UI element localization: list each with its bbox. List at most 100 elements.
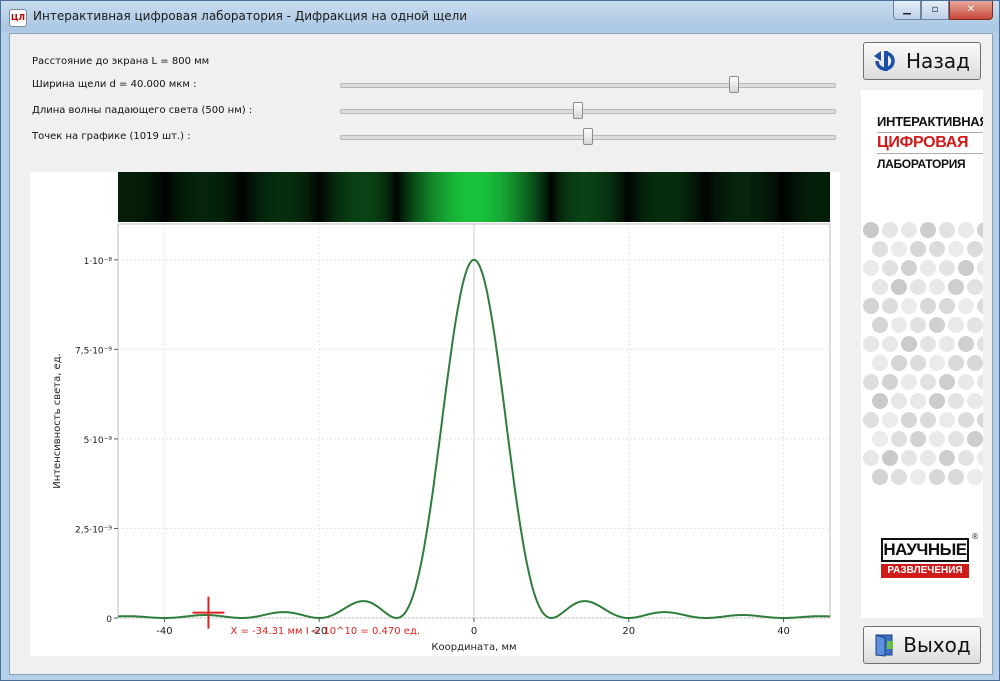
decorative-dot bbox=[948, 241, 964, 257]
decorative-dot bbox=[967, 317, 983, 333]
slit-width-thumb[interactable] bbox=[729, 76, 740, 93]
decorative-dot bbox=[967, 355, 983, 371]
wavelength-slider[interactable] bbox=[340, 102, 836, 119]
y-tick-label: 5·10⁻⁹ bbox=[84, 436, 113, 446]
decorative-dot bbox=[901, 260, 917, 276]
decorative-dot bbox=[891, 355, 907, 371]
back-button[interactable]: Назад bbox=[863, 42, 981, 80]
exit-button-label: Выход bbox=[903, 633, 971, 657]
decorative-dot bbox=[891, 241, 907, 257]
y-axis-label: Интенсивность света, ед. bbox=[52, 353, 63, 489]
decorative-dot bbox=[948, 317, 964, 333]
decorative-dot bbox=[939, 260, 955, 276]
x-tick-label: 20 bbox=[622, 626, 635, 637]
decorative-dot bbox=[967, 241, 983, 257]
y-tick-label: 2,5·10⁻⁹ bbox=[75, 525, 112, 535]
decorative-dot bbox=[967, 393, 983, 409]
decorative-dot bbox=[882, 374, 898, 390]
maximize-button[interactable]: ▫ bbox=[921, 1, 949, 20]
decorative-dot bbox=[958, 222, 974, 238]
x-tick-label: -40 bbox=[156, 626, 172, 637]
exit-button[interactable]: Выход bbox=[863, 626, 981, 664]
decorative-dot bbox=[929, 279, 945, 295]
decorative-dot bbox=[967, 279, 983, 295]
decorative-dot bbox=[939, 336, 955, 352]
decorative-dot bbox=[910, 317, 926, 333]
decorative-dot bbox=[977, 374, 983, 390]
decorative-dot bbox=[948, 393, 964, 409]
decorative-dot bbox=[929, 393, 945, 409]
decorative-dot bbox=[901, 450, 917, 466]
window-title: Интерактивная цифровая лаборатория - Диф… bbox=[33, 9, 468, 23]
points-thumb[interactable] bbox=[583, 128, 593, 145]
y-tick-label: 0 bbox=[106, 615, 112, 625]
decorative-dot bbox=[929, 317, 945, 333]
brand-logo: НАУЧНЫЕ РАЗВЛЕЧЕНИЯ ® bbox=[881, 532, 979, 578]
slit-width-slider[interactable] bbox=[340, 76, 836, 93]
decorative-dot bbox=[920, 450, 936, 466]
decorative-dot bbox=[910, 355, 926, 371]
decorative-dot bbox=[958, 374, 974, 390]
x-tick-label: 0 bbox=[471, 626, 477, 637]
decorative-dot bbox=[958, 260, 974, 276]
decorative-dot bbox=[872, 279, 888, 295]
plot-area[interactable]: -40 -20 0 20 40 0 2,5·10⁻⁹ 5·10⁻⁹ 7,5·10⁻⁹ 1·10⁻⁸… bbox=[30, 172, 840, 656]
decorative-dot bbox=[882, 298, 898, 314]
decorative-dot bbox=[891, 469, 907, 485]
x-tick-label: 40 bbox=[777, 626, 790, 637]
minimize-button[interactable]: ▁ bbox=[893, 1, 921, 20]
wavelength-track[interactable] bbox=[340, 109, 836, 114]
back-button-label: Назад bbox=[905, 49, 970, 73]
decorative-dot bbox=[958, 336, 974, 352]
decorative-dot bbox=[882, 450, 898, 466]
decorative-dot bbox=[863, 374, 879, 390]
decorative-dot bbox=[958, 412, 974, 428]
plot-grid bbox=[117, 223, 831, 619]
decorative-dot bbox=[901, 336, 917, 352]
cursor-readout: X = -34.31 мм I = 10^10 = 0.470 ед. bbox=[230, 626, 420, 637]
slit-width-label: Ширина щели d = 40.000 мкм : bbox=[32, 79, 197, 90]
decorative-dot bbox=[901, 222, 917, 238]
points-slider[interactable] bbox=[340, 128, 836, 145]
app-window: ЦЛ Интерактивная цифровая лаборатория - … bbox=[0, 0, 1000, 681]
decorative-dot bbox=[920, 260, 936, 276]
decorative-dot bbox=[920, 336, 936, 352]
decorative-dot bbox=[939, 450, 955, 466]
decorative-dot bbox=[882, 222, 898, 238]
window-controls: ▁ ▫ ✕ bbox=[893, 1, 993, 21]
close-button[interactable]: ✕ bbox=[949, 1, 993, 20]
decorative-dot bbox=[891, 431, 907, 447]
slit-width-track[interactable] bbox=[340, 83, 836, 88]
logo-line-1: ИНТЕРАКТИВНАЯ bbox=[877, 112, 983, 133]
title-bar[interactable]: ЦЛ Интерактивная цифровая лаборатория - … bbox=[1, 1, 999, 33]
decorative-dot bbox=[872, 317, 888, 333]
decorative-dot bbox=[920, 412, 936, 428]
exit-door-icon bbox=[875, 634, 894, 657]
decorative-dots bbox=[863, 222, 983, 485]
brand-logo-bottom: РАЗВЛЕЧЕНИЯ bbox=[881, 564, 969, 578]
decorative-dot bbox=[977, 260, 983, 276]
decorative-dot bbox=[929, 355, 945, 371]
wavelength-thumb[interactable] bbox=[573, 102, 584, 119]
decorative-dot bbox=[863, 450, 879, 466]
decorative-dot bbox=[939, 412, 955, 428]
lab-logo: ИНТЕРАКТИВНАЯ ЦИФРОВАЯ ЛАБОРАТОРИЯ bbox=[877, 112, 983, 174]
decorative-dot bbox=[977, 222, 983, 238]
decorative-dot bbox=[939, 222, 955, 238]
decorative-dot bbox=[939, 374, 955, 390]
decorative-dot bbox=[967, 431, 983, 447]
decorative-dot bbox=[872, 469, 888, 485]
app-icon[interactable]: ЦЛ bbox=[9, 9, 27, 27]
decorative-dot bbox=[901, 412, 917, 428]
decorative-dot bbox=[872, 355, 888, 371]
decorative-dot bbox=[863, 260, 879, 276]
decorative-dot bbox=[910, 241, 926, 257]
y-tick-label: 7,5·10⁻⁹ bbox=[75, 346, 112, 356]
diffraction-plot[interactable]: -40 -20 0 20 4002,5·10⁻⁹5·10⁻⁹7,5·10⁻⁹1·10⁻⁸… bbox=[30, 172, 840, 656]
decorative-dot bbox=[967, 469, 983, 485]
logo-line-3: ЛАБОРАТОРИЯ bbox=[877, 157, 966, 171]
decorative-dot bbox=[977, 450, 983, 466]
decorative-dot bbox=[929, 241, 945, 257]
decorative-dot bbox=[910, 469, 926, 485]
decorative-dot bbox=[977, 412, 983, 428]
